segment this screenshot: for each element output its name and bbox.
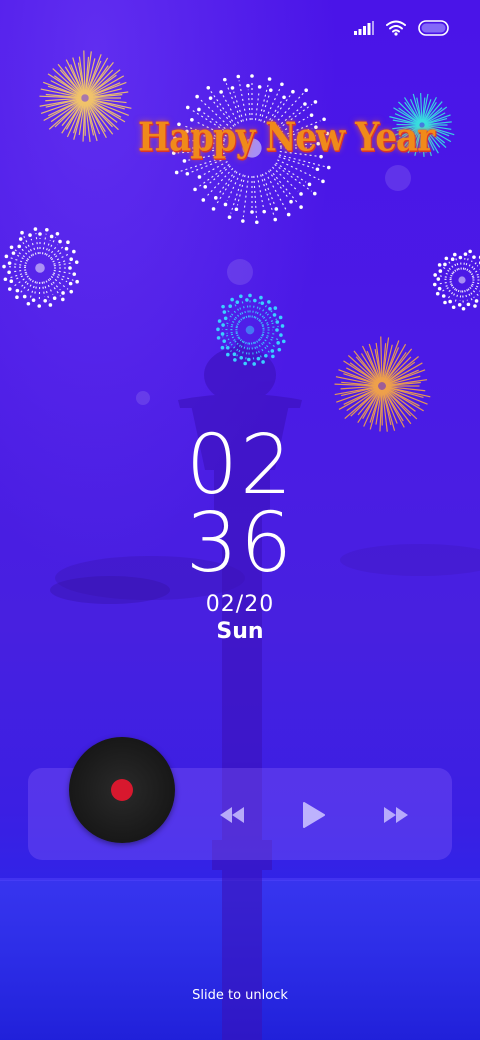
date-text: 02/20	[205, 592, 275, 617]
previous-track-button[interactable]	[214, 798, 250, 832]
rewind-icon	[220, 807, 244, 823]
play-button[interactable]	[296, 797, 332, 833]
play-icon	[303, 802, 325, 828]
greeting-text: Happy New Year	[138, 115, 435, 161]
clock-hours: 02	[185, 418, 295, 513]
firework-orange-1	[334, 336, 431, 432]
firework-white-3	[432, 249, 480, 311]
signal-icon	[354, 21, 374, 35]
status-bar	[354, 14, 450, 42]
slide-to-unlock-text[interactable]: Slide to unlock	[0, 988, 480, 1003]
firework-white-2	[2, 227, 79, 308]
weekday-text: Sun	[216, 619, 264, 644]
next-track-button[interactable]	[378, 798, 414, 832]
firework-gold-1	[39, 50, 132, 142]
wifi-icon	[386, 20, 406, 36]
clock-minutes: 36	[185, 496, 295, 591]
record-label	[111, 779, 133, 801]
battery-icon	[418, 20, 450, 36]
firework-blue-1	[216, 293, 286, 366]
vinyl-record-icon[interactable]	[69, 737, 175, 843]
fast-forward-icon	[384, 807, 408, 823]
